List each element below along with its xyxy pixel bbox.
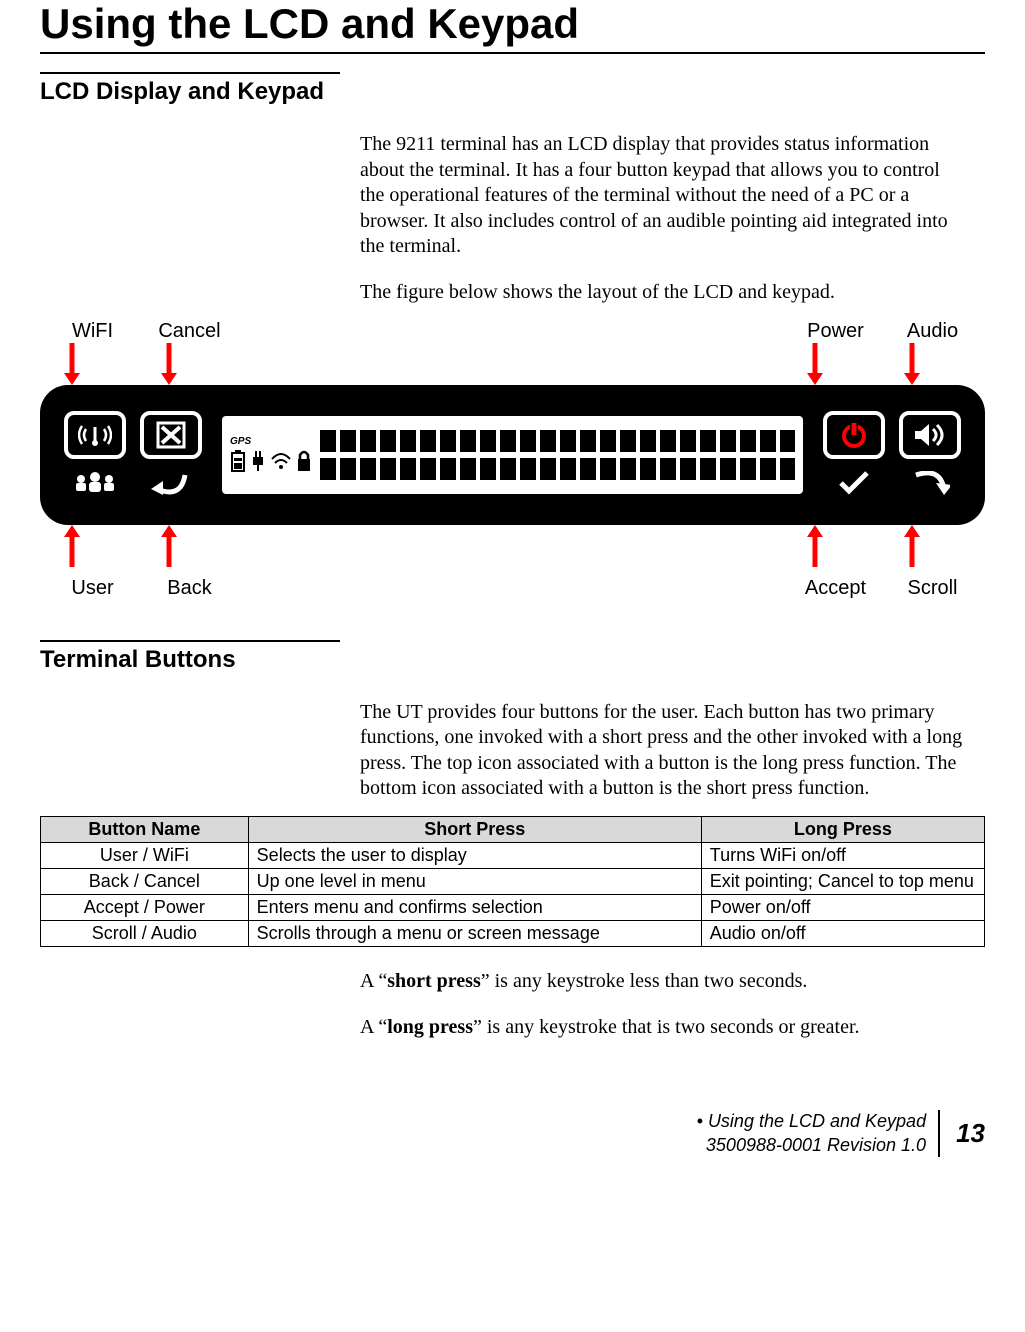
signal-icon: [270, 449, 292, 473]
page-footer: • Using the LCD and Keypad 3500988-0001 …: [40, 1110, 985, 1157]
section-title-lcd: LCD Display and Keypad: [40, 78, 985, 106]
arrow-down-icon: [900, 343, 924, 385]
cell-short: Up one level in menu: [248, 868, 701, 894]
long-press-def: A “long press” is any keystroke that is …: [360, 1015, 965, 1041]
cell-short: Enters menu and confirms selection: [248, 894, 701, 920]
th-short-press: Short Press: [248, 816, 701, 842]
user-button[interactable]: [64, 467, 126, 499]
arrow-up-icon: [157, 525, 181, 567]
label-back: Back: [157, 577, 222, 600]
power-icon: [839, 421, 869, 449]
back-button[interactable]: [140, 467, 202, 499]
cell-long: Audio on/off: [701, 920, 984, 946]
section-rule-2: [40, 640, 340, 642]
footer-bullet: •: [697, 1111, 708, 1131]
audio-button[interactable]: [899, 411, 961, 459]
label-scroll: Scroll: [900, 577, 965, 600]
accept-button[interactable]: [823, 467, 885, 499]
table-row: Back / Cancel Up one level in menu Exit …: [41, 868, 985, 894]
back-icon: [151, 471, 191, 495]
cell-long: Turns WiFi on/off: [701, 842, 984, 868]
table-row: Scroll / Audio Scrolls through a menu or…: [41, 920, 985, 946]
footer-revision: 3500988-0001 Revision 1.0: [697, 1134, 926, 1157]
cancel-button[interactable]: [140, 411, 202, 459]
arrow-down-icon: [60, 343, 84, 385]
device-panel: GPS: [40, 385, 985, 525]
wifi-button[interactable]: [64, 411, 126, 459]
label-audio: Audio: [900, 320, 965, 343]
cell-long: Power on/off: [701, 894, 984, 920]
check-icon: [837, 471, 871, 495]
scroll-icon: [910, 471, 950, 495]
battery-icon: [230, 449, 246, 473]
cancel-icon: [156, 421, 186, 449]
th-button-name: Button Name: [41, 816, 249, 842]
label-power: Power: [803, 320, 868, 343]
cell-name: Accept / Power: [41, 894, 249, 920]
scroll-button[interactable]: [899, 467, 961, 499]
speaker-icon: [913, 421, 947, 449]
arrow-down-icon: [157, 343, 181, 385]
paragraph: The figure below shows the layout of the…: [360, 280, 965, 306]
chapter-rule: [40, 52, 985, 54]
wifi-icon: [78, 421, 112, 449]
table-row: User / WiFi Selects the user to display …: [41, 842, 985, 868]
section-title-buttons: Terminal Buttons: [40, 646, 985, 674]
cell-name: Back / Cancel: [41, 868, 249, 894]
arrow-up-icon: [60, 525, 84, 567]
cell-name: Scroll / Audio: [41, 920, 249, 946]
cell-short: Selects the user to display: [248, 842, 701, 868]
plug-icon: [250, 449, 266, 473]
page-number: 13: [940, 1110, 985, 1157]
lcd-gps-label: GPS: [230, 436, 251, 447]
arrow-up-icon: [803, 525, 827, 567]
lcd-text-area: [320, 430, 795, 480]
label-user: User: [60, 577, 125, 600]
figure-bottom-labels: User Back Accept Scroll: [40, 577, 985, 600]
chapter-title: Using the LCD and Keypad: [40, 0, 985, 48]
paragraph: The 9211 terminal has an LCD display tha…: [360, 132, 965, 260]
table-row: Accept / Power Enters menu and confirms …: [41, 894, 985, 920]
cell-long: Exit pointing; Cancel to top menu: [701, 868, 984, 894]
label-accept: Accept: [803, 577, 868, 600]
section-rule-1: [40, 72, 340, 74]
arrow-down-icon: [803, 343, 827, 385]
label-wifi: WiFI: [60, 320, 125, 343]
arrow-up-icon: [900, 525, 924, 567]
cell-name: User / WiFi: [41, 842, 249, 868]
th-long-press: Long Press: [701, 816, 984, 842]
cell-short: Scrolls through a menu or screen message: [248, 920, 701, 946]
power-button[interactable]: [823, 411, 885, 459]
user-icon: [73, 470, 117, 496]
button-table: Button Name Short Press Long Press User …: [40, 816, 985, 947]
footer-title: Using the LCD and Keypad: [708, 1111, 926, 1131]
figure-bottom-arrows: [40, 525, 985, 567]
lcd-display: GPS: [222, 416, 803, 494]
figure-top-arrows: [40, 343, 985, 385]
lock-icon: [296, 449, 312, 473]
paragraph: The UT provides four buttons for the use…: [360, 700, 965, 802]
figure-top-labels: WiFI Cancel Power Audio: [40, 320, 985, 343]
label-cancel: Cancel: [157, 320, 222, 343]
short-press-def: A “short press” is any keystroke less th…: [360, 969, 965, 995]
